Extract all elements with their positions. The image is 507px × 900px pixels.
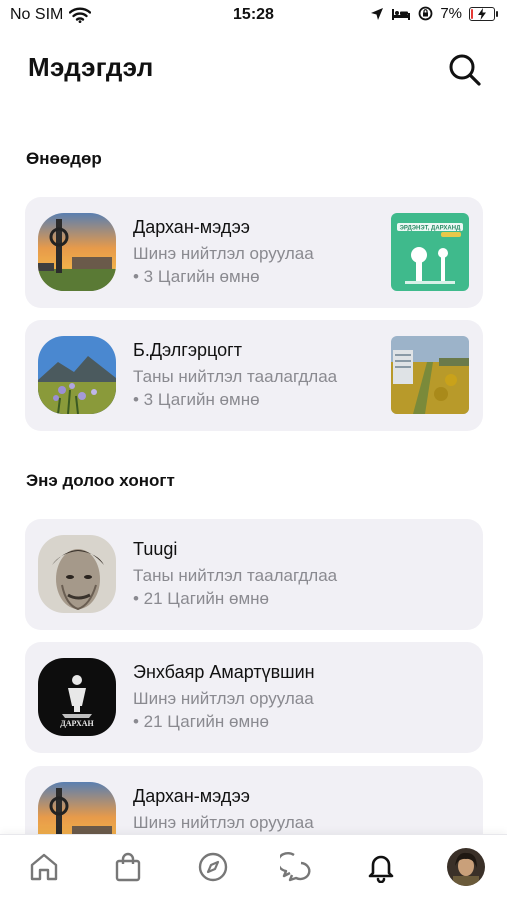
notification-item[interactable]: ДАРХАН Энхбаяр Амартүвшин Шинэ нийтлэл о…	[25, 642, 483, 753]
post-thumbnail-caption: ЭРДЭНЭТ, ДАРХАНД	[400, 226, 461, 232]
avatar	[38, 535, 116, 613]
notification-item[interactable]: Дархан-мэдээ Шинэ нийтлэл оруулаа • 3 Ца…	[25, 197, 483, 308]
search-icon	[449, 54, 481, 86]
notification-time: • 3 Цагийн өмнө	[133, 390, 260, 409]
notification-item[interactable]: Tuugi Таны нийтлэл таалагдлаа • 21 Цагий…	[25, 519, 483, 630]
charging-bolt-icon	[478, 7, 486, 20]
notification-time: • 3 Цагийн өмнө	[133, 267, 260, 286]
battery-level	[471, 8, 473, 19]
notification-item[interactable]: Б.Дэлгэрцогт Таны нийтлэл таалагдлаа • 3…	[25, 320, 483, 431]
post-thumbnail-image: ЭРДЭНЭТ, ДАРХАНД	[391, 213, 469, 291]
notification-name: Энхбаяр Амартүвшин	[133, 662, 315, 682]
status-right: 7%	[370, 5, 498, 22]
tab-notifications[interactable]	[361, 847, 401, 887]
avatar	[38, 336, 116, 414]
tab-explore[interactable]	[193, 847, 233, 887]
notification-action: Таны нийтлэл таалагдлаа	[133, 367, 338, 386]
sunset-landscape-image	[38, 213, 116, 291]
section-title-this-week: Энэ долоо хоногт	[26, 471, 175, 490]
profile-photo-image	[447, 848, 485, 886]
compass-icon	[198, 852, 228, 882]
battery-icon	[469, 6, 498, 21]
mountain-flowers-image	[38, 336, 116, 414]
search-button[interactable]	[447, 52, 483, 88]
chat-icon	[280, 852, 311, 882]
shopping-bag-icon	[115, 852, 141, 882]
sleep-bed-icon	[392, 8, 411, 20]
post-thumbnail-image	[391, 336, 469, 414]
darkhan-logo-text: ДАРХАН	[60, 719, 94, 728]
location-arrow-icon	[371, 7, 384, 20]
tab-chat[interactable]	[277, 847, 317, 887]
notification-action: Таны нийтлэл таалагдлаа	[133, 566, 338, 585]
darkhan-logo-image: ДАРХАН	[38, 658, 116, 736]
notification-time: • 21 Цагийн өмнө	[133, 712, 269, 731]
notification-action: Шинэ нийтлэл оруулаа	[133, 244, 314, 263]
section-title-today: Өнөөдөр	[26, 149, 102, 168]
post-thumbnail[interactable]: ЭРДЭНЭТ, ДАРХАНД	[391, 213, 469, 291]
orientation-lock-icon	[418, 6, 433, 21]
notification-name: Дархан-мэдээ	[133, 786, 250, 806]
status-bar: No SIM 15:28 7%	[0, 0, 507, 30]
notification-name: Tuugi	[133, 539, 178, 559]
profile-avatar	[447, 848, 485, 886]
notification-name: Б.Дэлгэрцогт	[133, 340, 242, 360]
tab-shop[interactable]	[108, 847, 148, 887]
battery-percent: 7%	[440, 5, 462, 22]
avatar	[38, 213, 116, 291]
header: Мэдэгдэл	[28, 52, 487, 92]
post-thumbnail[interactable]	[391, 336, 469, 414]
avatar: ДАРХАН	[38, 658, 116, 736]
tab-profile[interactable]	[446, 847, 486, 887]
notification-action: Шинэ нийтлэл оруулаа	[133, 689, 314, 708]
page-title: Мэдэгдэл	[28, 52, 154, 82]
notification-action: Шинэ нийтлэл оруулаа	[133, 813, 314, 832]
tab-home[interactable]	[24, 847, 64, 887]
home-icon	[30, 853, 58, 881]
bell-icon	[368, 855, 394, 883]
notification-name: Дархан-мэдээ	[133, 217, 250, 237]
notification-time: • 21 Цагийн өмнө	[133, 589, 269, 608]
tab-bar	[0, 834, 507, 900]
portrait-image	[38, 535, 116, 613]
